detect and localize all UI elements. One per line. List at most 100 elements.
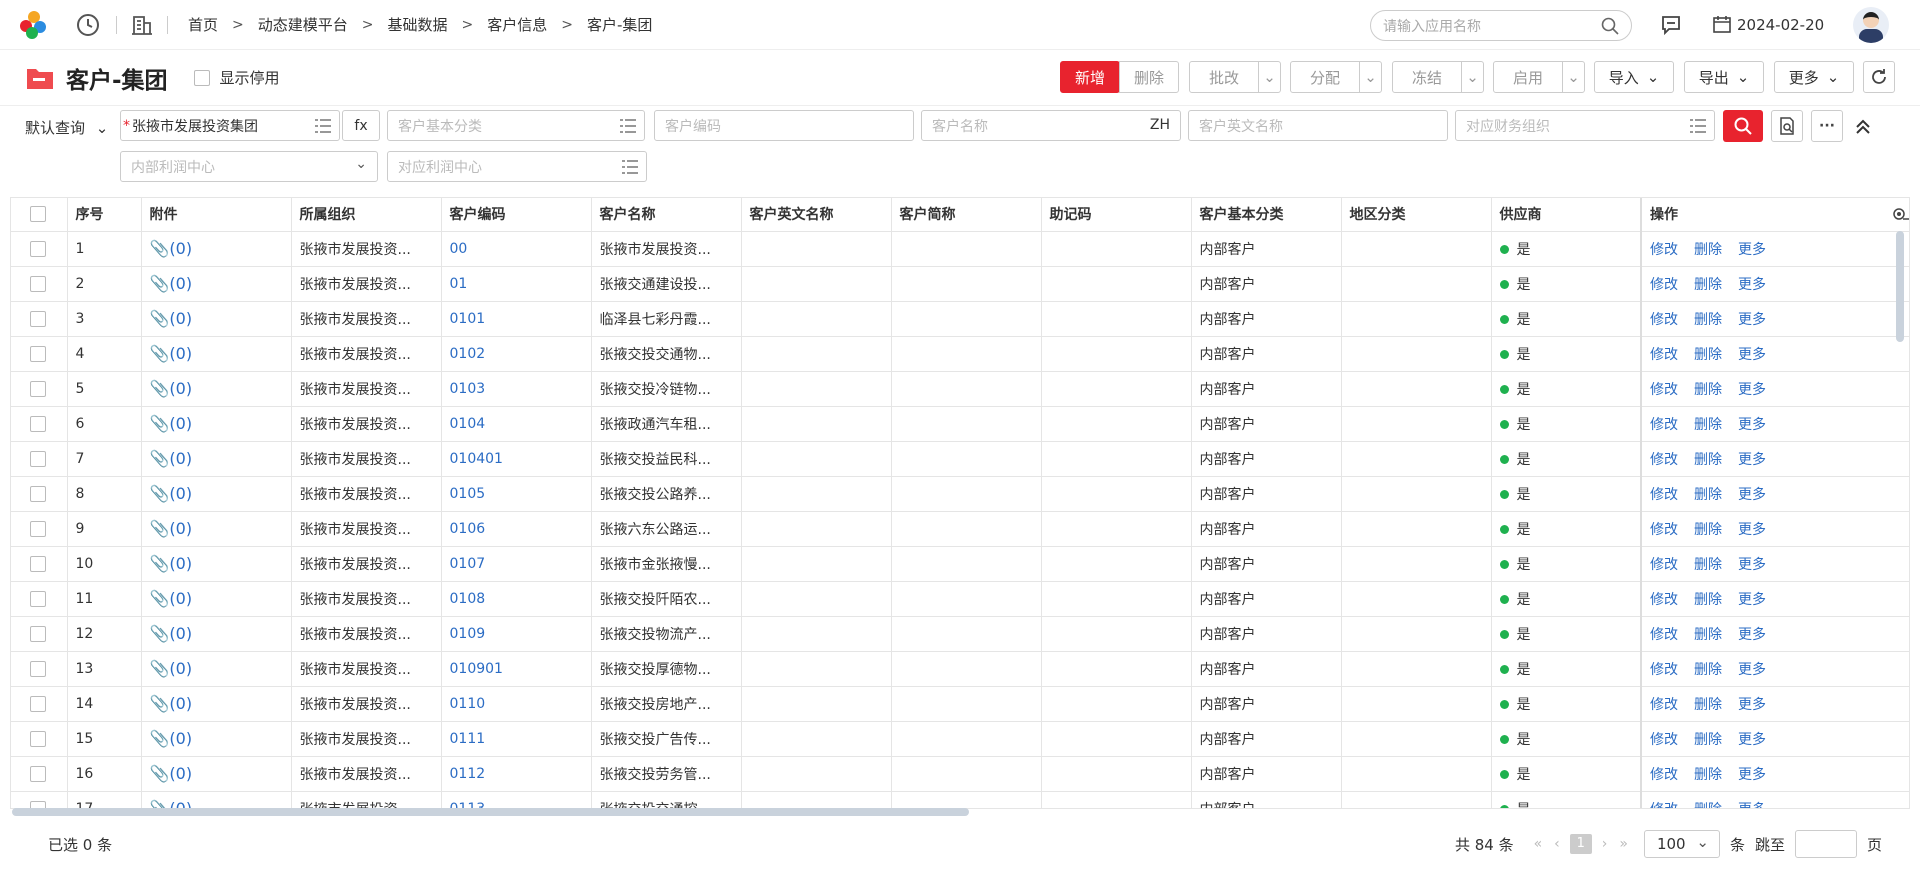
- row-checkbox[interactable]: [30, 625, 46, 642]
- table-row[interactable]: 16 📎(0) 张掖市发展投资... 0112 张掖交投劳务管... 内部客户 是 修改 删除更…: [11, 756, 1909, 792]
- edit-link[interactable]: 修改: [1650, 767, 1678, 783]
- edit-link[interactable]: 修改: [1650, 522, 1678, 538]
- paperclip-icon[interactable]: 📎: [150, 414, 170, 433]
- more-link[interactable]: 更多: [1738, 662, 1766, 678]
- chevron-down-icon[interactable]: ⌄: [1562, 62, 1584, 92]
- enable-button[interactable]: 启用 ⌄: [1493, 61, 1585, 93]
- horizontal-scrollbar[interactable]: [12, 808, 969, 816]
- delete-link[interactable]: 删除: [1694, 417, 1722, 433]
- more-link[interactable]: 更多: [1738, 697, 1766, 713]
- table-row[interactable]: 10 📎(0) 张掖市发展投资... 0107 张掖市金张掖慢... 内部客户 是 修改 删除更…: [11, 546, 1909, 582]
- paperclip-icon[interactable]: 📎: [150, 589, 170, 608]
- row-checkbox[interactable]: [30, 730, 46, 747]
- edit-link[interactable]: 修改: [1650, 662, 1678, 678]
- row-checkbox[interactable]: [30, 310, 46, 327]
- customer-name-input[interactable]: 客户名称 ZH: [921, 110, 1181, 141]
- row-checkbox[interactable]: [30, 380, 46, 397]
- counter-profit-center-field[interactable]: 对应利润中心: [387, 151, 647, 182]
- more-link[interactable]: 更多: [1738, 592, 1766, 608]
- delete-link[interactable]: 删除: [1694, 452, 1722, 468]
- code-cell[interactable]: 0101: [441, 301, 592, 337]
- col-header[interactable]: 助记码: [1041, 198, 1192, 232]
- edit-link[interactable]: 修改: [1650, 347, 1678, 363]
- edit-link[interactable]: 修改: [1650, 627, 1678, 643]
- attachment-count[interactable]: (0): [169, 589, 192, 608]
- delete-link[interactable]: 删除: [1694, 312, 1722, 328]
- col-header[interactable]: 供应商: [1491, 198, 1642, 232]
- building-icon[interactable]: [131, 14, 153, 36]
- list-icon[interactable]: [622, 160, 638, 178]
- delete-link[interactable]: 删除: [1694, 662, 1722, 678]
- more-link[interactable]: 更多: [1738, 242, 1766, 258]
- delete-link[interactable]: 删除: [1694, 802, 1722, 809]
- delete-link[interactable]: 删除: [1694, 382, 1722, 398]
- customer-code-input[interactable]: 客户编码: [654, 110, 914, 141]
- attachment-count[interactable]: (0): [169, 764, 192, 783]
- more-link[interactable]: 更多: [1738, 767, 1766, 783]
- batch-change-button[interactable]: 批改 ⌄: [1189, 61, 1281, 93]
- advanced-search-button[interactable]: [1771, 110, 1803, 142]
- table-row[interactable]: 9 📎(0) 张掖市发展投资... 0106 张掖六东公路运... 内部客户 是 修改 删除 更多: [11, 511, 1909, 547]
- row-checkbox[interactable]: [30, 765, 46, 782]
- row-checkbox[interactable]: [30, 590, 46, 607]
- more-link[interactable]: 更多: [1738, 487, 1766, 503]
- table-row[interactable]: 17📎(0)张掖市发展投资...0113张掖交投交通控...内部客户是修改删除更…: [11, 791, 1909, 809]
- attachment-count[interactable]: (0): [169, 274, 192, 293]
- finance-org-field[interactable]: 对应财务组织: [1455, 110, 1715, 141]
- table-row[interactable]: 11 📎(0) 张掖市发展投资... 0108 张掖交投阡陌农... 内部客户 是 修改 删除更…: [11, 581, 1909, 617]
- paperclip-icon[interactable]: 📎: [150, 519, 170, 538]
- row-checkbox[interactable]: [30, 450, 46, 467]
- edit-link[interactable]: 修改: [1650, 592, 1678, 608]
- delete-link[interactable]: 删除: [1694, 592, 1722, 608]
- more-link[interactable]: 更多: [1738, 417, 1766, 433]
- delete-link[interactable]: 删除: [1694, 487, 1722, 503]
- current-page[interactable]: 1: [1569, 834, 1592, 854]
- delete-link[interactable]: 删除: [1694, 347, 1722, 363]
- delete-link[interactable]: 删除: [1694, 697, 1722, 713]
- code-cell[interactable]: 010401: [441, 441, 592, 477]
- vertical-scrollbar[interactable]: [1896, 231, 1904, 342]
- jump-page-input[interactable]: [1794, 830, 1857, 858]
- add-button[interactable]: 新增: [1060, 61, 1120, 93]
- app-logo[interactable]: [20, 10, 48, 39]
- code-cell[interactable]: 0103: [441, 371, 592, 407]
- edit-link[interactable]: 修改: [1650, 487, 1678, 503]
- more-link[interactable]: 更多: [1738, 522, 1766, 538]
- table-row[interactable]: 5 📎(0) 张掖市发展投资... 0103 张掖交投冷链物... 内部客户 是 修改 删除 更多: [11, 371, 1909, 407]
- code-cell[interactable]: 010901: [441, 651, 592, 687]
- table-row[interactable]: 1 📎(0) 张掖市发展投资... 00 张掖市发展投资... 内部客户 是 修改 删除 更多: [11, 231, 1909, 267]
- more-link[interactable]: 更多: [1738, 627, 1766, 643]
- table-row[interactable]: 15 📎(0) 张掖市发展投资... 0111 张掖交投广告传... 内部客户 是 修改 删除更…: [11, 721, 1909, 757]
- more-link[interactable]: 更多: [1738, 802, 1766, 809]
- language-toggle[interactable]: ZH: [1150, 117, 1170, 133]
- col-header[interactable]: 客户简称: [891, 198, 1042, 232]
- fx-button[interactable]: fx: [342, 110, 380, 141]
- col-header[interactable]: 客户基本分类: [1191, 198, 1342, 232]
- more-link[interactable]: 更多: [1738, 277, 1766, 293]
- org-field[interactable]: * 张掖市发展投资集团: [120, 110, 340, 141]
- paperclip-icon[interactable]: 📎: [150, 484, 170, 503]
- paperclip-icon[interactable]: 📎: [150, 449, 170, 468]
- edit-link[interactable]: 修改: [1650, 312, 1678, 328]
- message-icon[interactable]: [1660, 14, 1682, 36]
- page-size-select[interactable]: 100 ⌄: [1643, 830, 1720, 858]
- col-header[interactable]: 附件: [141, 198, 292, 232]
- last-page-icon[interactable]: »: [1619, 836, 1628, 852]
- paperclip-icon[interactable]: 📎: [150, 729, 170, 748]
- table-row[interactable]: 2 📎(0) 张掖市发展投资... 01 张掖交通建设投... 内部客户 是 修改 删除 更多: [11, 266, 1909, 302]
- row-checkbox[interactable]: [30, 695, 46, 712]
- delete-link[interactable]: 删除: [1694, 767, 1722, 783]
- breadcrumb-customer-info[interactable]: 客户信息: [487, 14, 547, 35]
- list-icon[interactable]: [315, 119, 331, 137]
- attachment-count[interactable]: (0): [169, 729, 192, 748]
- attachment-count[interactable]: (0): [169, 519, 192, 538]
- code-cell[interactable]: 00: [441, 231, 592, 267]
- code-cell[interactable]: 0106: [441, 511, 592, 547]
- edit-link[interactable]: 修改: [1650, 557, 1678, 573]
- english-name-input[interactable]: 客户英文名称: [1188, 110, 1448, 141]
- more-filters-button[interactable]: ···: [1811, 110, 1843, 142]
- breadcrumb-basic-data[interactable]: 基础数据: [388, 14, 448, 35]
- attachment-count[interactable]: (0): [169, 379, 192, 398]
- attachment-count[interactable]: (0): [169, 694, 192, 713]
- paperclip-icon[interactable]: 📎: [150, 694, 170, 713]
